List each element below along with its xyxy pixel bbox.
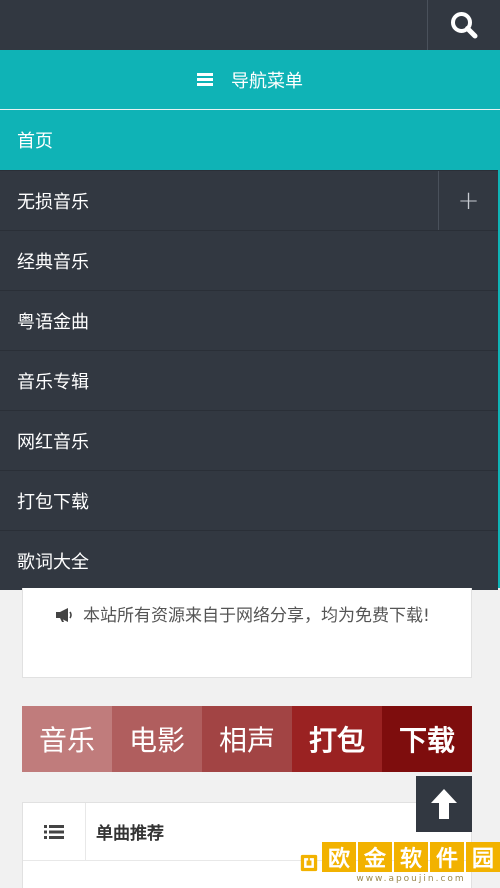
logo-mark-icon <box>300 854 318 872</box>
notice-text: 本站所有资源来自于网络分享，均为免费下载! <box>83 606 430 626</box>
nav-item-internet-music[interactable]: 网红音乐 <box>0 410 498 470</box>
plus-icon[interactable]: + <box>438 171 498 231</box>
nav-menu-title: 导航菜单 <box>231 70 303 92</box>
logo-url: www.apoujin.com <box>356 874 466 884</box>
nav-item-label: 网红音乐 <box>17 431 89 453</box>
nav-item-lossless-music[interactable]: 无损音乐 + <box>0 170 498 231</box>
nav-item-label: 歌词大全 <box>17 551 89 573</box>
tile-label: 音乐 <box>38 724 95 757</box>
tile-label: 相声 <box>218 724 275 757</box>
nav-item-classic-music[interactable]: 经典音乐 <box>0 230 498 290</box>
logo-char: 件 <box>430 842 464 872</box>
logo-char: 欧 <box>322 842 356 872</box>
panel-title: 单曲推荐 <box>96 824 164 844</box>
tile-bundle[interactable]: 打包 <box>292 706 382 772</box>
tile-label: 下载 <box>398 724 455 757</box>
tile-movie[interactable]: 电影 <box>112 706 202 772</box>
tile-music[interactable]: 音乐 <box>22 706 112 772</box>
nav-item-music-albums[interactable]: 音乐专辑 <box>0 350 498 410</box>
tile-crosstalk[interactable]: 相声 <box>202 706 292 772</box>
nav-item-label: 粤语金曲 <box>17 311 89 333</box>
logo-char: 金 <box>358 842 392 872</box>
tile-label: 打包 <box>308 724 365 757</box>
menu-icon <box>197 73 213 86</box>
megaphone-icon <box>56 608 72 622</box>
nav-item-cantonese-hits[interactable]: 粤语金曲 <box>0 290 498 350</box>
category-tiles: 音乐 电影 相声 打包 下载 <box>22 706 472 772</box>
nav-menu-toggle[interactable]: 导航菜单 <box>0 50 500 110</box>
nav-menu: 首页 无损音乐 + 经典音乐 粤语金曲 音乐专辑 网红音乐 打包下载 歌词大全 <box>0 110 498 590</box>
arrow-up-icon <box>431 789 457 819</box>
nav-item-label: 首页 <box>17 131 53 152</box>
nav-item-bundle-download[interactable]: 打包下载 <box>0 470 498 530</box>
logo-char: 园 <box>466 842 500 872</box>
nav-item-label: 打包下载 <box>17 491 89 513</box>
nav-item-label: 无损音乐 <box>17 191 89 213</box>
list-icon <box>23 802 86 861</box>
nav-item-label: 音乐专辑 <box>17 371 89 393</box>
nav-item-label: 经典音乐 <box>17 251 89 273</box>
tile-label: 电影 <box>128 724 185 757</box>
nav-item-lyrics[interactable]: 歌词大全 <box>0 530 498 590</box>
search-button[interactable] <box>427 0 500 50</box>
watermark-logo: 欧 金 软 件 园 www.apoujin.com <box>300 838 500 888</box>
back-to-top-button[interactable] <box>416 776 472 832</box>
notice-box: 本站所有资源来自于网络分享，均为免费下载! <box>22 588 472 678</box>
logo-char: 软 <box>394 842 428 872</box>
top-bar <box>0 0 500 50</box>
tile-download[interactable]: 下载 <box>382 706 472 772</box>
nav-item-home[interactable]: 首页 <box>0 110 498 170</box>
search-icon <box>451 12 478 39</box>
